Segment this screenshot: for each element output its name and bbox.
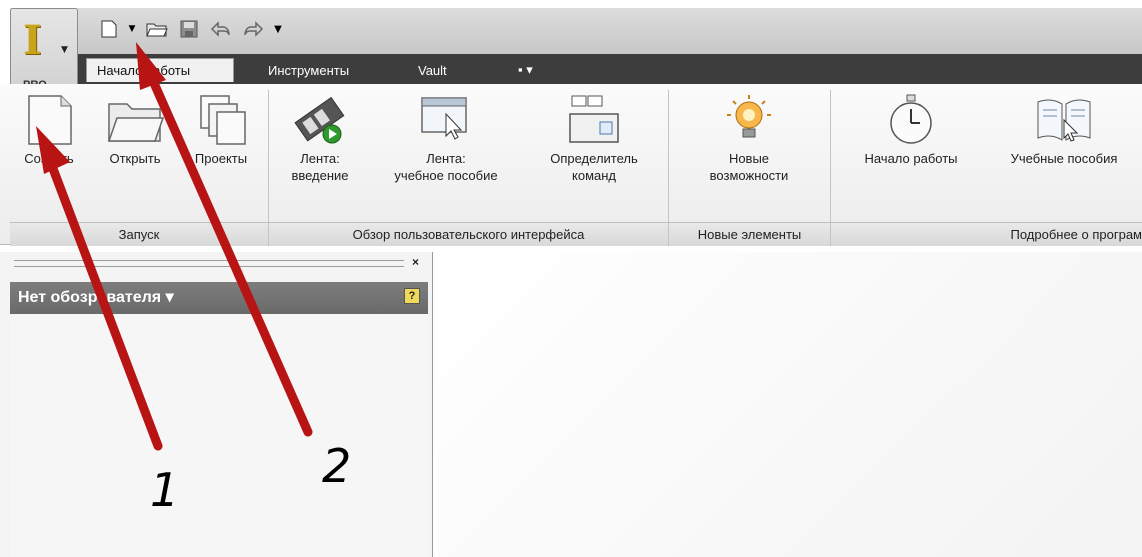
lightbulb-icon <box>721 90 777 150</box>
panel-title-ui-overview: Обзор пользовательского интерфейса <box>269 222 668 246</box>
open-folder-icon <box>105 90 165 150</box>
browser-tree-area <box>10 314 428 557</box>
ribbon-tutorial-icon <box>416 90 476 150</box>
panel-drag-handle[interactable] <box>14 260 404 267</box>
command-finder-button[interactable]: Определитель команд <box>524 90 664 184</box>
whats-new-label: Новые возможности <box>709 151 789 183</box>
panel-title-new-elements: Новые элементы <box>669 222 830 246</box>
ribbon-tutorial-button[interactable]: Лента: учебное пособие <box>372 90 520 184</box>
ribbon-intro-video-icon <box>290 90 350 150</box>
ribbon-intro-label: Лента: введение <box>291 151 349 183</box>
open-button[interactable]: Открыть <box>90 90 180 167</box>
panel-title-learn-more: Подробнее о програм <box>831 222 1142 246</box>
dropdown-arrow-icon[interactable]: ▼ <box>126 18 138 40</box>
getting-started-button[interactable]: Начало работы <box>836 90 986 167</box>
customize-arrow-icon[interactable]: ▼ <box>270 18 286 40</box>
tab-extra-dropdown[interactable]: ▪ ▾ <box>508 58 568 82</box>
getting-started-label: Начало работы <box>864 151 958 166</box>
create-label: Создать <box>24 151 74 166</box>
projects-label: Проекты <box>194 151 248 166</box>
graphics-window[interactable] <box>438 252 1142 557</box>
browser-selector-dropdown[interactable]: Нет обозревателя ▾ <box>18 287 174 307</box>
ribbon-intro-button[interactable]: Лента: введение <box>274 90 366 184</box>
close-icon[interactable]: × <box>412 255 419 269</box>
chevron-down-icon: ▼ <box>61 45 68 55</box>
whats-new-button[interactable]: Новые возможности <box>672 90 826 184</box>
tab-getting-started[interactable]: Начало работы <box>86 58 234 82</box>
projects-icon <box>193 90 249 150</box>
open-label: Открыть <box>109 151 161 166</box>
panel-title-launch: Запуск <box>10 222 268 246</box>
create-button[interactable]: Создать <box>10 90 88 167</box>
redo-icon[interactable] <box>240 18 266 40</box>
ribbon-tutorial-label: Лента: учебное пособие <box>394 151 498 183</box>
command-finder-icon <box>564 90 624 150</box>
save-icon[interactable] <box>176 18 202 40</box>
tutorials-label: Учебные пособия <box>1010 151 1118 166</box>
undo-icon[interactable] <box>208 18 234 40</box>
ribbon-tab-strip <box>78 54 1142 84</box>
inventor-logo-icon: I <box>23 17 42 64</box>
command-finder-label: Определитель команд <box>550 151 638 183</box>
tab-vault[interactable]: Vault <box>408 58 472 82</box>
stopwatch-icon <box>883 90 939 150</box>
tab-tools[interactable]: Инструменты <box>258 58 398 82</box>
help-icon[interactable]: ? <box>404 288 420 304</box>
projects-button[interactable]: Проекты <box>180 90 262 167</box>
new-document-icon <box>21 90 77 150</box>
new-file-icon[interactable] <box>96 18 122 40</box>
open-folder-icon[interactable] <box>144 18 170 40</box>
tutorials-button[interactable]: Учебные пособия <box>986 90 1142 167</box>
tutorials-book-icon <box>1034 90 1094 150</box>
